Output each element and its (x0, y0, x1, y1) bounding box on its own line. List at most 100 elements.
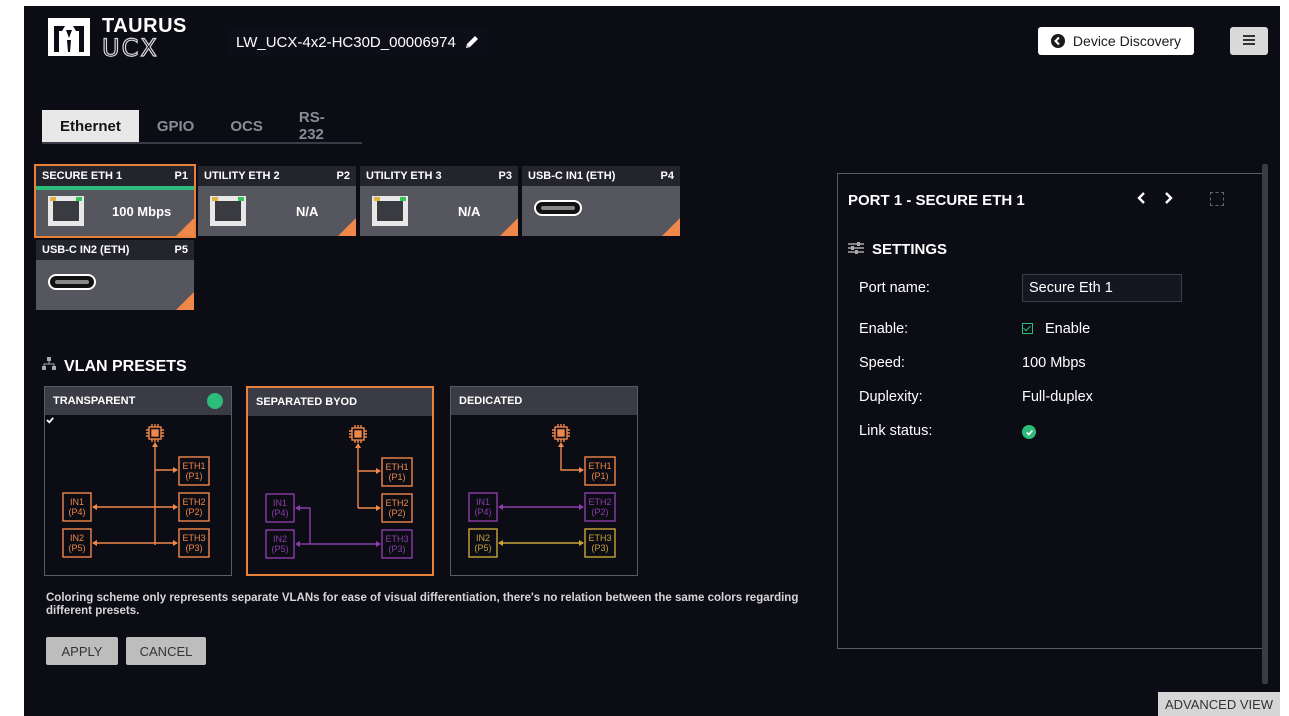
svg-text:(P1): (P1) (185, 471, 202, 481)
device-name-field[interactable]: LW_UCX-4x2-HC30D_00006974 (228, 28, 488, 56)
svg-text:(P5): (P5) (474, 543, 491, 553)
svg-text:ETH2: ETH2 (588, 497, 611, 507)
vlan-presets-heading: VLAN PRESETS (42, 357, 187, 376)
preset-transparent[interactable]: TRANSPARENT ETH1 (P1) ETH2 (P2) ETH3 (P3… (44, 386, 232, 576)
svg-text:(P1): (P1) (388, 472, 405, 482)
tab-gpio[interactable]: GPIO (139, 110, 213, 142)
svg-text:ETH1: ETH1 (385, 462, 408, 472)
link-indicator-bar (36, 186, 194, 190)
hamburger-icon (1243, 32, 1255, 50)
advanced-view-button[interactable]: ADVANCED VIEW (1158, 692, 1280, 716)
duplexity-value: Full-duplex (1022, 389, 1093, 405)
port-speed: N/A (296, 204, 319, 219)
tab-ethernet[interactable]: Ethernet (42, 110, 139, 142)
rj45-icon (48, 196, 84, 226)
svg-text:(P5): (P5) (271, 544, 288, 554)
prev-port-icon[interactable] (1136, 190, 1148, 210)
vlan-diagram-separated-byod: ETH1(P1) ETH2(P2) ETH3(P3) IN1(P4) IN2(P… (265, 425, 413, 559)
preset-dedicated[interactable]: DEDICATED ETH1 (P1) ETH2 (P2) ETH3 (P3) … (450, 386, 638, 576)
usb-c-icon (534, 200, 582, 216)
corner-marker (338, 218, 356, 236)
enable-checkbox[interactable]: Enable (1022, 321, 1090, 337)
preset-name: DEDICATED (459, 395, 523, 407)
svg-text:(P2): (P2) (185, 507, 202, 517)
taurus-ucx-logo: TAURUS UCX (48, 15, 188, 63)
port-name: USB-C IN1 (ETH) (528, 170, 616, 182)
svg-text:(P5): (P5) (68, 543, 85, 553)
vlan-presets-title: VLAN PRESETS (64, 357, 187, 375)
port-tile-p4[interactable]: USB-C IN1 (ETH) P4 (522, 166, 680, 236)
pencil-icon[interactable] (464, 34, 480, 50)
port-name: UTILITY ETH 2 (204, 170, 280, 182)
panel-scrollbar[interactable] (1262, 164, 1268, 684)
port-tile-p2[interactable]: UTILITY ETH 2 P2 N/A (198, 166, 356, 236)
svg-text:ETH1: ETH1 (182, 461, 205, 471)
svg-text:IN1: IN1 (273, 498, 287, 508)
check-icon (46, 393, 223, 424)
usb-c-icon (48, 274, 96, 290)
corner-marker (500, 218, 518, 236)
interface-tabs: Ethernet GPIO OCS RS-232 (42, 109, 362, 144)
back-arrow-icon (1050, 34, 1065, 48)
device-discovery-label: Device Discovery (1072, 33, 1182, 49)
corner-marker (662, 218, 680, 236)
port-tile-p3[interactable]: UTILITY ETH 3 P3 N/A (360, 166, 518, 236)
svg-text:(P1): (P1) (591, 471, 608, 481)
next-port-icon[interactable] (1162, 190, 1174, 210)
sliders-icon (848, 241, 864, 258)
vlan-color-note: Coloring scheme only represents separate… (46, 592, 799, 617)
app-window: TAURUS UCX LW_UCX-4x2-HC30D_00006974 Dev… (24, 6, 1280, 716)
svg-text:IN2: IN2 (70, 533, 84, 543)
port-tile-p5[interactable]: USB-C IN2 (ETH) P5 (36, 240, 194, 310)
svg-text:(P2): (P2) (591, 507, 608, 517)
speed-value: 100 Mbps (1022, 355, 1086, 371)
svg-text:ETH2: ETH2 (385, 498, 408, 508)
svg-text:IN2: IN2 (476, 533, 490, 543)
apply-button[interactable]: APPLY (46, 637, 118, 665)
svg-text:(P3): (P3) (591, 543, 608, 553)
menu-button[interactable] (1230, 27, 1268, 55)
checkbox-checked-icon (1022, 323, 1033, 334)
rj45-icon (372, 196, 408, 226)
port-name: UTILITY ETH 3 (366, 170, 442, 182)
device-discovery-button[interactable]: Device Discovery (1038, 27, 1194, 55)
rj45-icon (210, 196, 246, 226)
preset-name: TRANSPARENT (53, 395, 136, 407)
port-speed: 100 Mbps (112, 204, 172, 219)
logo-text-ucx: UCX (101, 33, 159, 62)
svg-text:(P2): (P2) (388, 508, 405, 518)
port-id: P4 (660, 170, 674, 182)
port-name: USB-C IN2 (ETH) (42, 244, 130, 256)
settings-title: SETTINGS (872, 241, 948, 258)
svg-text:ETH2: ETH2 (182, 497, 205, 507)
port-speed: N/A (458, 204, 481, 219)
vlan-diagram-transparent: ETH1(P1) ETH2(P2) ETH3(P3) IN1(P4) IN2(P… (62, 424, 210, 558)
port-name-input[interactable]: Secure Eth 1 (1022, 274, 1182, 302)
expand-icon[interactable] (1210, 192, 1224, 206)
tab-ocs[interactable]: OCS (212, 110, 281, 142)
cancel-button[interactable]: CANCEL (126, 637, 206, 665)
preset-name: SEPARATED BYOD (256, 396, 358, 408)
tab-rs232[interactable]: RS-232 (281, 109, 362, 143)
port-settings-panel: PORT 1 - SECURE ETH 1 SETTINGS Port name… (837, 173, 1267, 649)
port-id: P5 (174, 244, 188, 256)
svg-text:ETH3: ETH3 (182, 533, 205, 543)
svg-text:ETH3: ETH3 (385, 534, 408, 544)
svg-text:IN1: IN1 (476, 497, 490, 507)
link-status-ok-icon (1022, 425, 1036, 439)
corner-marker (176, 292, 194, 310)
port-id: P3 (498, 170, 512, 182)
enable-label: Enable: (859, 321, 909, 337)
corner-marker (176, 218, 194, 236)
svg-text:IN2: IN2 (273, 534, 287, 544)
port-id: P1 (174, 170, 188, 182)
svg-text:(P3): (P3) (388, 544, 405, 554)
port-tile-p1[interactable]: SECURE ETH 1 P1 100 Mbps (34, 164, 196, 238)
preset-separated-byod[interactable]: SEPARATED BYOD ETH1 (P1) ETH2 (P2) ETH3 … (246, 386, 434, 576)
speed-label: Speed: (859, 355, 905, 371)
logo-mark-icon (48, 18, 90, 56)
network-icon (42, 357, 56, 376)
enable-checkbox-label: Enable (1045, 321, 1091, 337)
svg-text:ETH1: ETH1 (588, 461, 611, 471)
port-name-label: Port name: (859, 280, 930, 296)
